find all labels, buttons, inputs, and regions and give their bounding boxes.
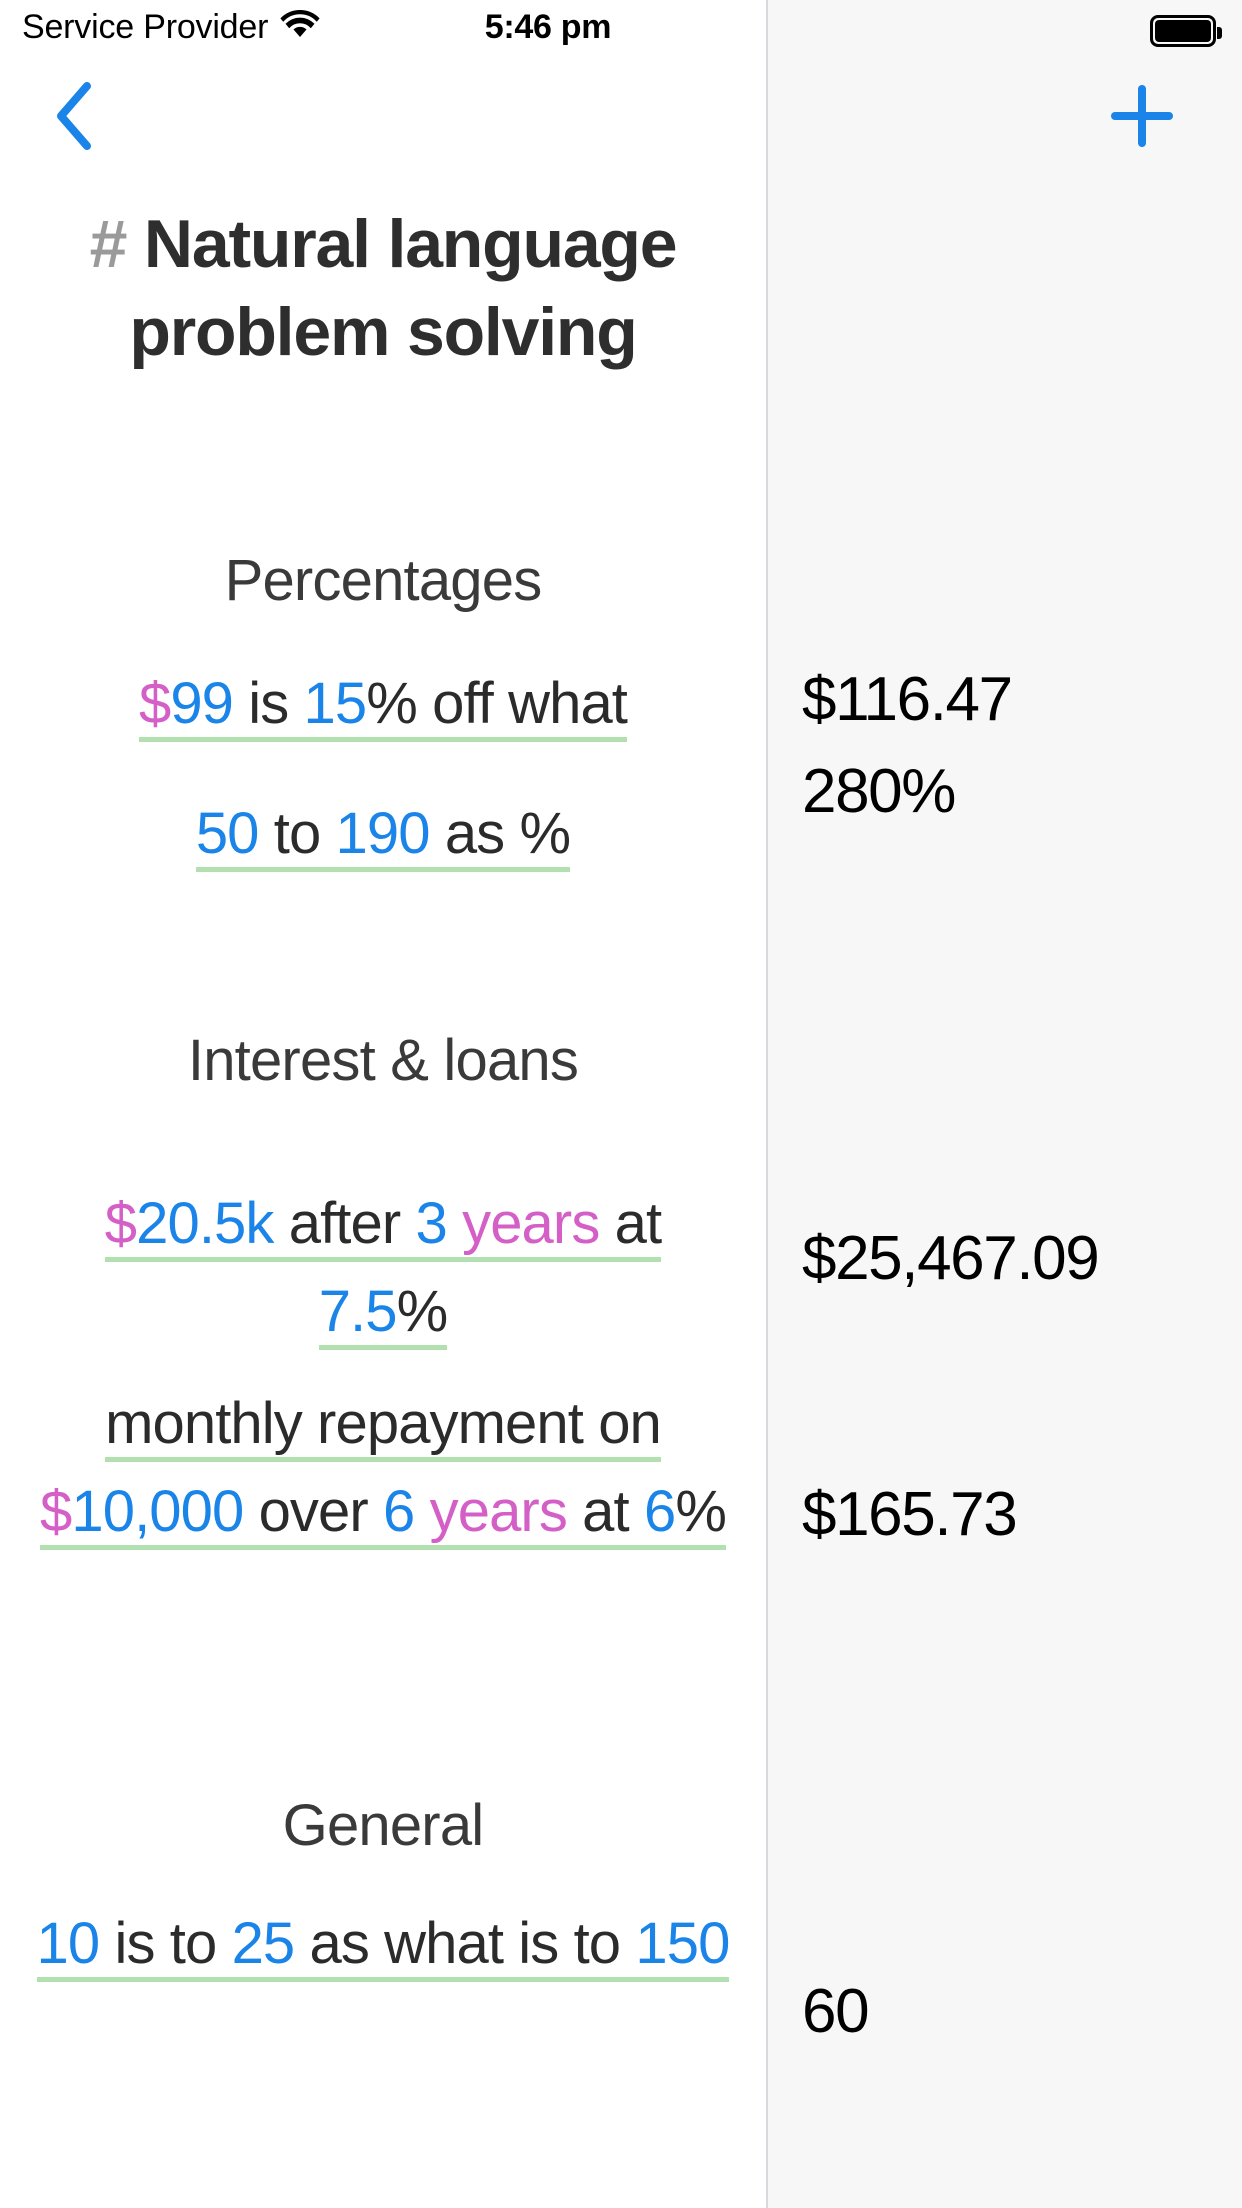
expression-token-plain: % bbox=[675, 1479, 727, 1550]
result-value: $116.47 bbox=[802, 665, 1013, 734]
expression-input[interactable]: 10 is to 25 as what is to 150 bbox=[0, 1900, 766, 1988]
expression-token-cur: $ bbox=[40, 1479, 72, 1550]
status-bar: Service Provider 5:46 pm bbox=[0, 0, 1242, 62]
add-note-button[interactable] bbox=[1094, 70, 1190, 166]
expression-token-plain: at bbox=[599, 1191, 662, 1262]
expression-token-unit: years bbox=[429, 1479, 568, 1550]
expression-token-plain: to bbox=[258, 801, 336, 872]
section: Percentages bbox=[0, 545, 1242, 617]
chevron-left-icon bbox=[51, 78, 97, 159]
battery-fill bbox=[1155, 20, 1211, 42]
expression-token-num: 50 bbox=[195, 801, 259, 872]
battery-full-icon bbox=[1150, 15, 1222, 47]
result-value: 280% bbox=[802, 757, 956, 826]
expression-token-cur: $ bbox=[138, 671, 171, 742]
result-value: $165.73 bbox=[802, 1480, 1018, 1549]
expression-token-num: 10 bbox=[36, 1911, 100, 1982]
expression-token-unit: years bbox=[462, 1191, 600, 1262]
expression-token-cur: $ bbox=[104, 1191, 137, 1262]
expression-token-plain bbox=[414, 1479, 430, 1550]
expression-token-num: 7.5 bbox=[318, 1279, 398, 1350]
nav-bar bbox=[0, 62, 1242, 172]
expression-token-plain: monthly repayment on bbox=[105, 1391, 662, 1462]
expression-token-num: 150 bbox=[635, 1911, 730, 1982]
expression-token-num: 6 bbox=[643, 1479, 676, 1550]
expression-token-plain: after bbox=[273, 1191, 416, 1262]
expression-token-plain: over bbox=[243, 1479, 384, 1550]
section-title: Percentages bbox=[224, 548, 543, 613]
expression-token-num: 6 bbox=[383, 1479, 415, 1550]
expression-input[interactable]: $20.5k after 3 years at 7.5% bbox=[0, 1180, 766, 1356]
expression-token-plain: % off what bbox=[366, 671, 628, 742]
section: General bbox=[0, 1790, 1242, 1862]
result-value: $25,467.09 bbox=[802, 1224, 1100, 1293]
expression-token-plain: is to bbox=[99, 1911, 232, 1982]
expression-input[interactable]: $99 is 15% off what bbox=[0, 660, 766, 748]
expression-token-num: 3 bbox=[415, 1191, 448, 1262]
section-title: General bbox=[282, 1793, 485, 1858]
plus-icon bbox=[1107, 81, 1177, 156]
section-title: Interest & loans bbox=[187, 1028, 579, 1093]
calculation-row[interactable]: $99 is 15% off what $116.47 bbox=[0, 660, 1242, 748]
app-root: Service Provider 5:46 pm # Natural langu… bbox=[0, 0, 1242, 2208]
calculation-row[interactable]: 50 to 190 as % 280% bbox=[0, 757, 1242, 878]
expression-token-num: 99 bbox=[170, 671, 234, 742]
expression-input[interactable]: 50 to 190 as % bbox=[0, 790, 766, 878]
expression-token-plain: as % bbox=[429, 801, 571, 872]
expression-token-plain: is bbox=[233, 671, 304, 742]
expression-token-num: 25 bbox=[231, 1911, 295, 1982]
expression-token-plain: as what is to bbox=[294, 1911, 636, 1982]
expression-token-plain: at bbox=[566, 1479, 644, 1550]
section: Interest & loans bbox=[0, 1025, 1242, 1097]
calculation-row[interactable]: $20.5k after 3 years at 7.5% $25,467.09 bbox=[0, 1180, 1242, 1356]
expression-token-plain: % bbox=[396, 1279, 448, 1350]
clock-label: 5:46 pm bbox=[484, 8, 612, 46]
expression-input[interactable]: monthly repayment on $10,000 over 6 year… bbox=[0, 1380, 766, 1556]
back-button[interactable] bbox=[24, 70, 124, 166]
expression-token-num: 10,000 bbox=[71, 1479, 244, 1550]
expression-token-num: 20.5k bbox=[136, 1191, 274, 1262]
expression-token-plain bbox=[446, 1191, 463, 1262]
expression-token-num: 15 bbox=[303, 671, 367, 742]
status-bar-time: 5:46 pm bbox=[0, 8, 1242, 47]
calculation-row[interactable]: monthly repayment on $10,000 over 6 year… bbox=[0, 1380, 1242, 1556]
expression-token-num: 190 bbox=[335, 801, 431, 872]
document-body: Percentages $99 is 15% off what $116.47 50 … bbox=[0, 0, 1242, 2208]
calculation-row[interactable]: 10 is to 25 as what is to 150 60 bbox=[0, 1900, 1242, 2046]
result-value: 60 bbox=[802, 1977, 870, 2046]
